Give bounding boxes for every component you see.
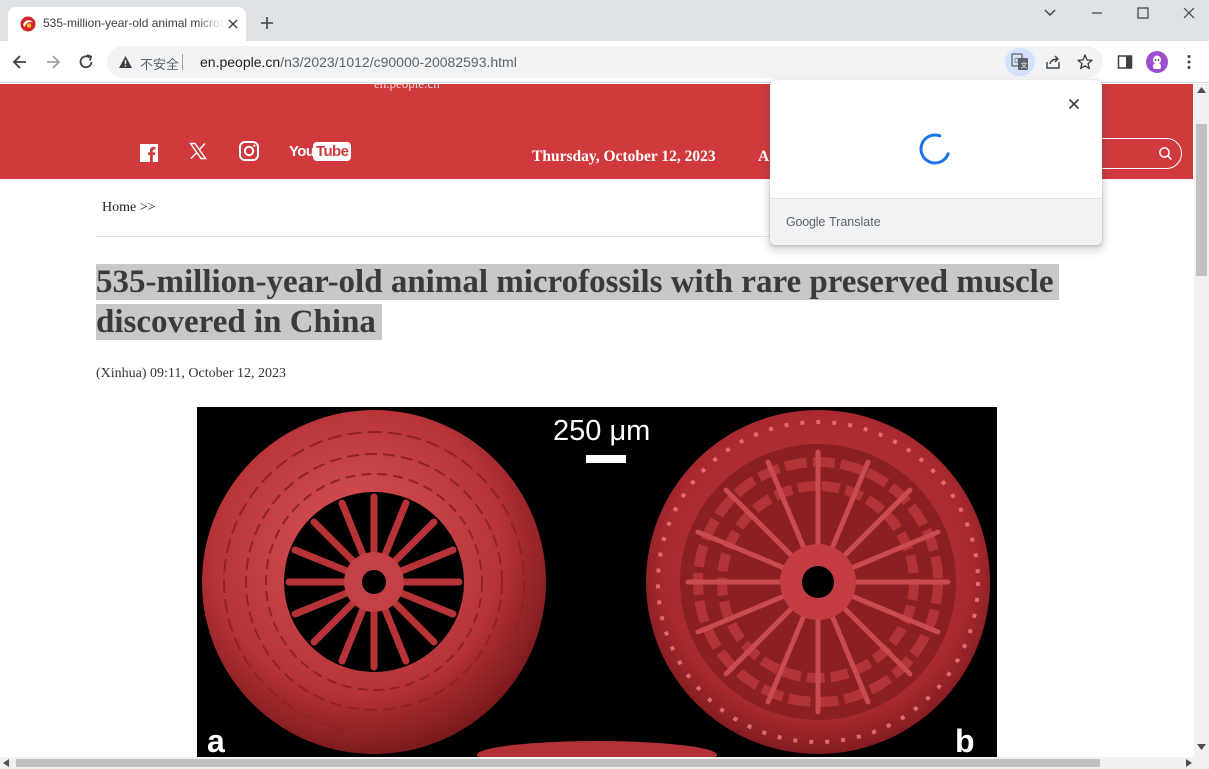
translate-wordmark: Translate xyxy=(829,215,881,229)
scroll-up-arrow-icon[interactable] xyxy=(1197,87,1206,93)
warning-icon[interactable] xyxy=(118,55,133,69)
url-text[interactable]: en.people.cn/n3/2023/1012/c90000-2008259… xyxy=(200,54,517,70)
maximize-icon[interactable] xyxy=(1133,5,1153,21)
horizontal-scroll-thumb[interactable] xyxy=(16,759,1100,767)
share-icon[interactable] xyxy=(1044,53,1062,71)
address-bar[interactable]: 不安全 en.people.cn/n3/2023/1012/c90000-200… xyxy=(107,46,1103,78)
svg-text:G: G xyxy=(1014,58,1019,65)
vertical-scrollbar[interactable] xyxy=(1194,84,1209,757)
scroll-down-arrow-icon[interactable] xyxy=(1197,744,1206,750)
star-icon[interactable] xyxy=(1076,53,1094,71)
tab-active[interactable]: 535-million-year-old animal microfossils… xyxy=(8,7,246,41)
x-twitter-icon[interactable] xyxy=(189,142,207,160)
loading-spinner-icon xyxy=(919,133,950,165)
omnibox-separator xyxy=(182,54,183,70)
url-host: en.people.cn xyxy=(200,54,281,70)
forward-icon[interactable] xyxy=(43,52,63,72)
profile-figure-icon xyxy=(1153,55,1161,69)
kebab-menu-icon[interactable] xyxy=(1180,53,1198,71)
svg-text:文: 文 xyxy=(1021,61,1028,70)
fossil-a-shape xyxy=(202,410,546,754)
tab-search-chevron-icon[interactable] xyxy=(1040,5,1060,21)
scroll-right-arrow-icon[interactable] xyxy=(1186,759,1192,767)
browser-toolbar: 不安全 en.people.cn/n3/2023/1012/c90000-200… xyxy=(0,41,1209,83)
close-icon[interactable] xyxy=(1066,96,1082,112)
search-icon[interactable] xyxy=(1158,146,1173,161)
youtube-wordmark-tube: Tube xyxy=(313,142,352,161)
fossil-b-shape xyxy=(646,410,990,754)
header-date: Thursday, October 12, 2023 xyxy=(532,148,716,165)
translate-popup: Google Translate xyxy=(770,80,1102,245)
translate-button[interactable]: G 文 xyxy=(1005,48,1035,76)
translate-icon: G 文 xyxy=(1011,53,1028,70)
article-title-text: 535-million-year-old animal microfossils… xyxy=(96,264,1060,340)
side-panel-icon[interactable] xyxy=(1116,53,1134,71)
panel-label-a: a xyxy=(207,723,225,757)
tab-title: 535-million-year-old animal microfossils… xyxy=(43,16,223,30)
minimize-icon[interactable] xyxy=(1087,5,1107,21)
horizontal-scrollbar[interactable] xyxy=(0,757,1209,769)
scale-bar-label: 250 μm xyxy=(553,415,651,447)
article-byline: (Xinhua) 09:11, October 12, 2023 xyxy=(96,366,286,381)
youtube-wordmark-you: You xyxy=(289,143,315,160)
fossil-c-shape xyxy=(477,741,717,757)
breadcrumb[interactable]: Home >> xyxy=(102,200,156,216)
scale-bar xyxy=(586,455,626,463)
new-tab-icon[interactable] xyxy=(259,15,275,31)
profile-avatar[interactable] xyxy=(1146,51,1168,73)
panel-label-b: b xyxy=(955,723,975,757)
url-path: /n3/2023/1012/c90000-20082593.html xyxy=(280,54,517,70)
article-photo: 250 μm a b xyxy=(197,407,997,757)
people-daily-favicon xyxy=(20,16,36,32)
article-title: 535-million-year-old animal microfossils… xyxy=(96,262,1060,342)
tab-close-icon[interactable] xyxy=(226,17,240,31)
window-close-icon[interactable] xyxy=(1179,5,1199,21)
header-partial-link[interactable]: A xyxy=(758,148,769,166)
translate-popup-footer: Google Translate xyxy=(770,198,1102,245)
back-icon[interactable] xyxy=(10,52,30,72)
tab-strip: 535-million-year-old animal microfossils… xyxy=(0,0,1209,41)
security-label[interactable]: 不安全 xyxy=(140,54,179,73)
instagram-icon[interactable] xyxy=(238,140,260,162)
facebook-icon[interactable] xyxy=(139,143,159,163)
header-clipped-text: en.people.cn xyxy=(374,84,440,92)
reload-icon[interactable] xyxy=(76,52,96,72)
youtube-icon[interactable]: You Tube xyxy=(289,142,352,162)
scroll-left-arrow-icon[interactable] xyxy=(3,759,9,767)
google-wordmark: Google xyxy=(786,215,826,229)
vertical-scroll-thumb[interactable] xyxy=(1196,124,1207,276)
